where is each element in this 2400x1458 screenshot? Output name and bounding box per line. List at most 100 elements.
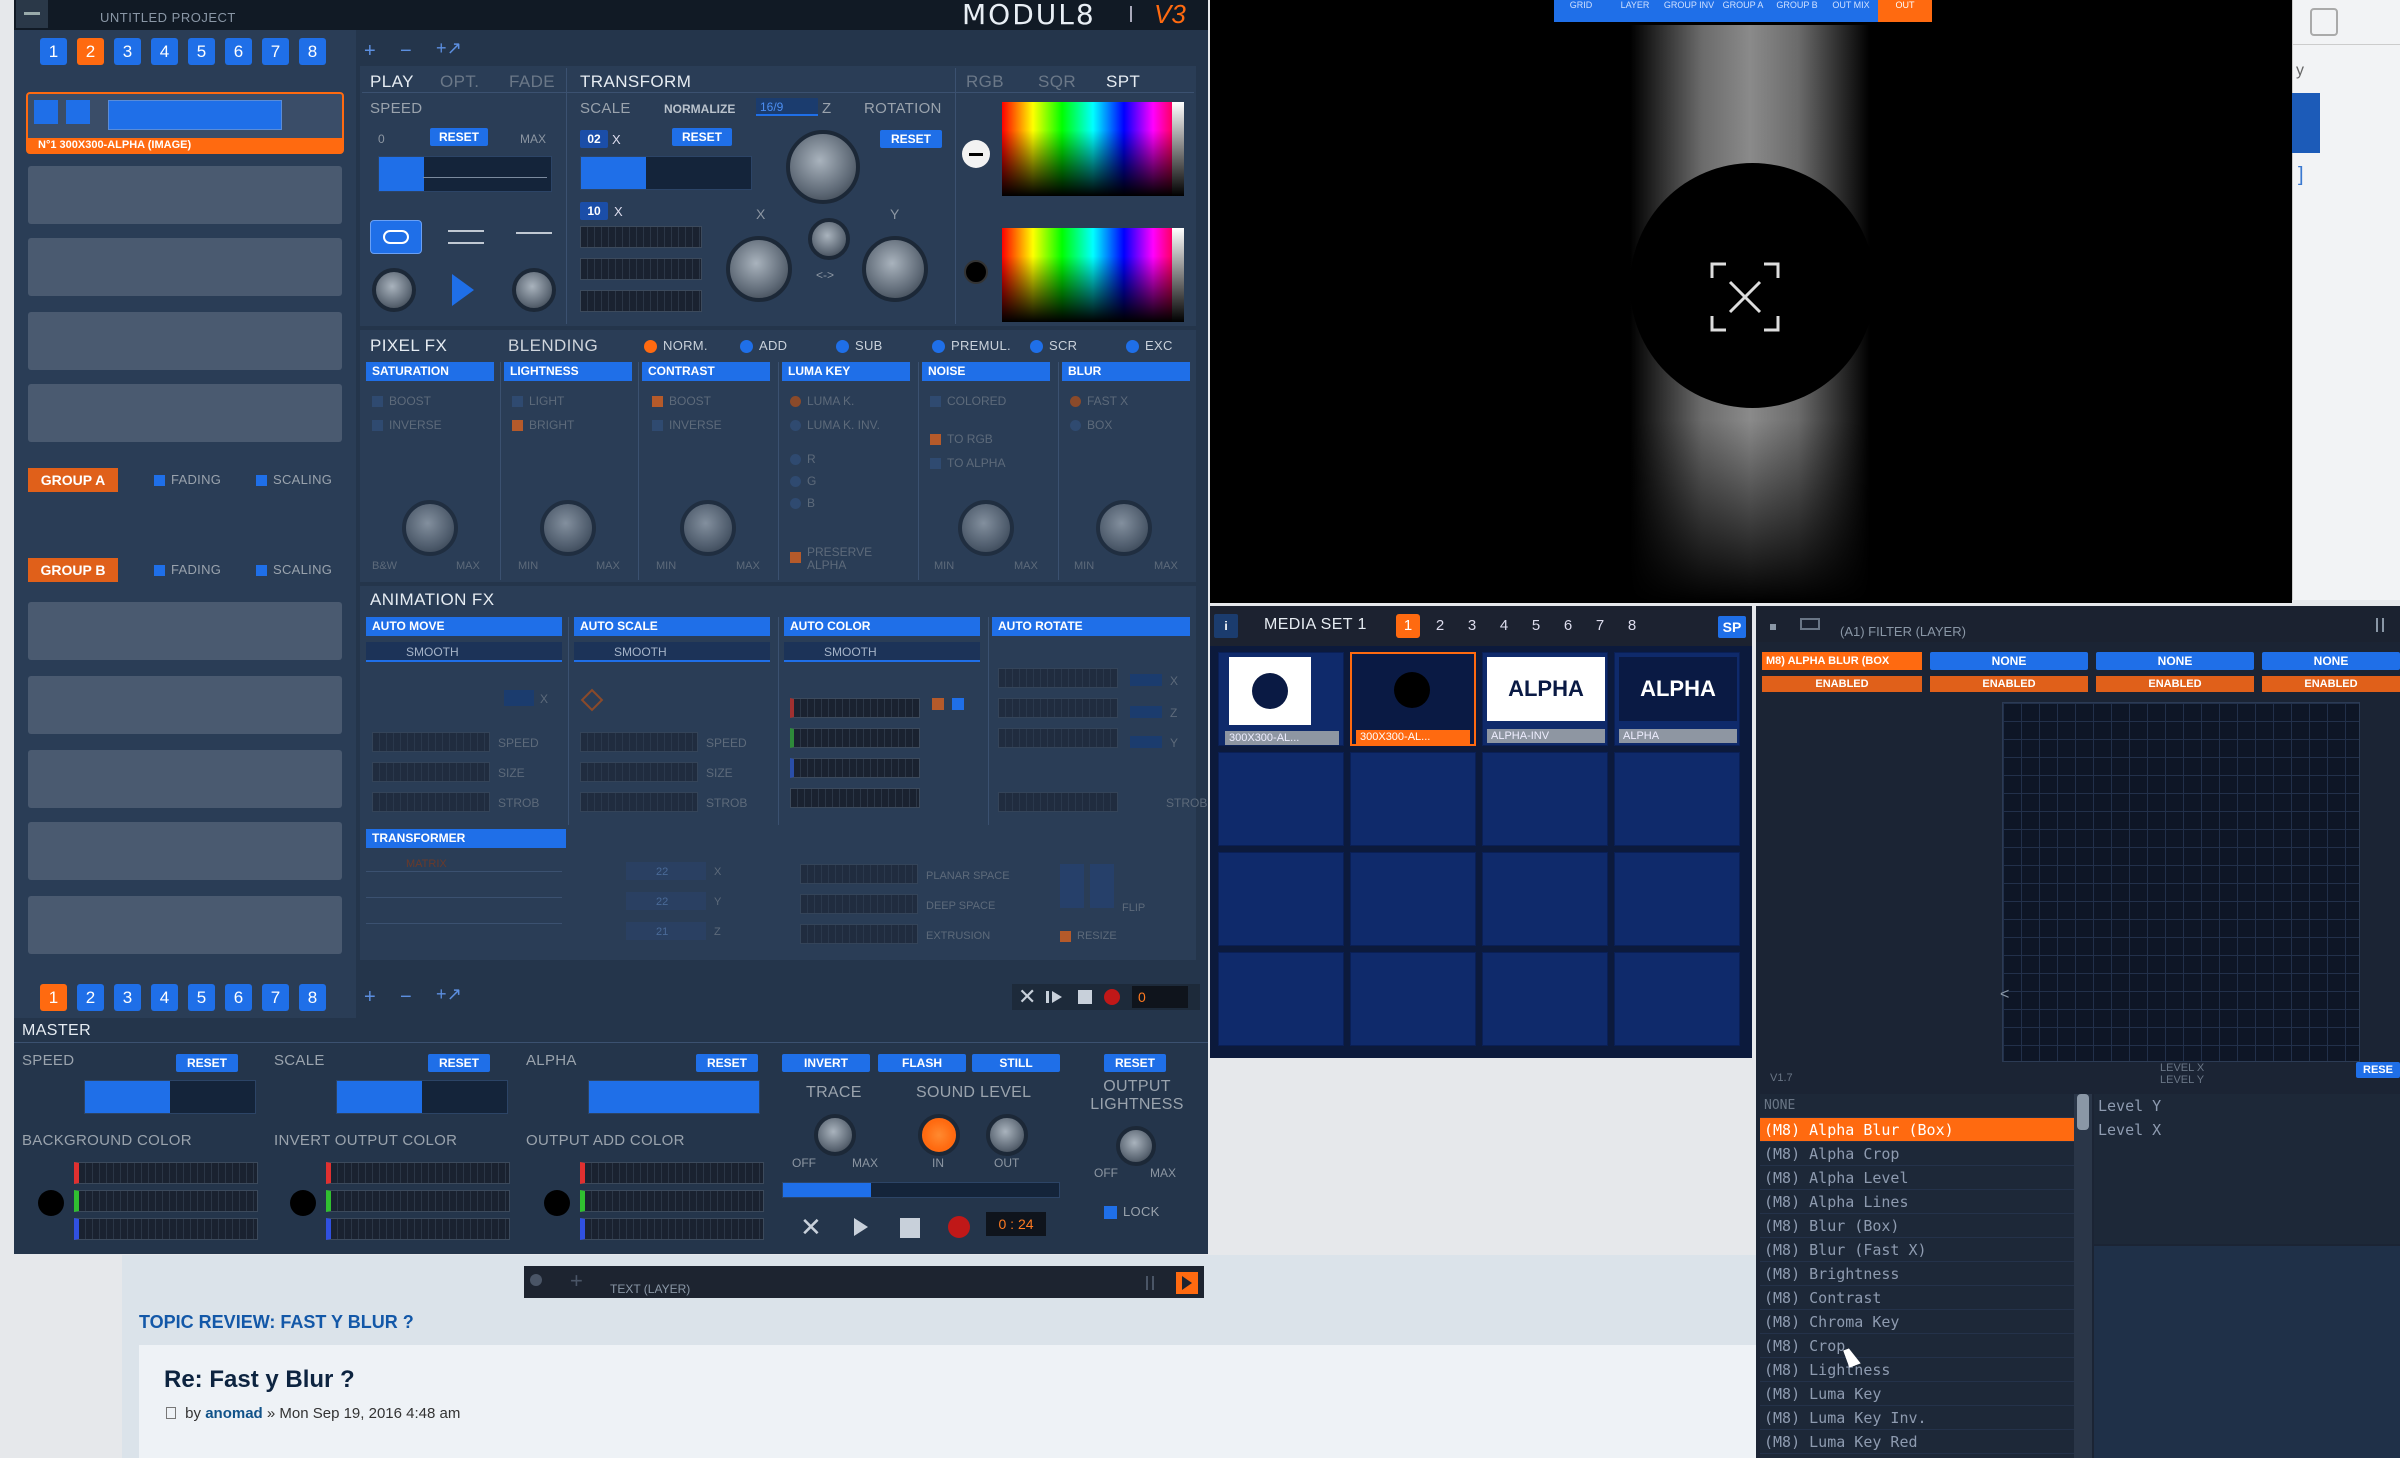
tab-spt[interactable]: SPT <box>1106 72 1140 92</box>
luma-k-inv[interactable]: LUMA K. INV. <box>790 418 880 432</box>
bg-color-g[interactable] <box>74 1190 258 1212</box>
contrast-inverse[interactable]: INVERSE <box>652 418 722 432</box>
filter-list-item[interactable]: (M8) Blur (Box) <box>1760 1214 2074 1238</box>
blur-fast-x[interactable]: FAST X <box>1070 394 1128 408</box>
rotation-reset-button[interactable]: RESET <box>880 130 942 148</box>
layer-slot-5[interactable] <box>28 384 342 442</box>
autorotate-z-toggle[interactable] <box>1130 706 1162 718</box>
noise-to-rgb[interactable]: TO RGB <box>930 432 993 446</box>
autoscale-mode[interactable]: SMOOTH <box>574 642 770 662</box>
autorotate-y-toggle[interactable] <box>1130 736 1162 748</box>
blur-header[interactable]: BLUR <box>1062 362 1190 381</box>
layer-slot-10[interactable] <box>28 896 342 954</box>
filter-pause-icon[interactable] <box>2376 618 2384 632</box>
bg-color-b[interactable] <box>74 1218 258 1240</box>
filter-slot-3[interactable]: NONE <box>2096 652 2254 670</box>
sat-boost[interactable]: BOOST <box>372 394 431 408</box>
master-scale-reset[interactable]: RESET <box>428 1054 490 1072</box>
scale-field-2[interactable] <box>580 258 702 280</box>
filter-slot-2[interactable]: NONE <box>1930 652 2088 670</box>
still-button[interactable]: STILL <box>972 1054 1060 1072</box>
group-a-fading[interactable]: FADING <box>154 472 221 487</box>
filter-list-item[interactable]: (M8) Alpha Crop <box>1760 1142 2074 1166</box>
scale-field-1[interactable] <box>580 226 702 248</box>
bottom-tab-7[interactable]: 7 <box>262 984 289 1011</box>
layer-tab-4[interactable]: 4 <box>151 38 178 65</box>
bottom-tab-4[interactable]: 4 <box>151 984 178 1011</box>
text-layer-pause-icon[interactable] <box>1146 1276 1154 1290</box>
noise-colored[interactable]: COLORED <box>930 394 1006 408</box>
light-bright[interactable]: BRIGHT <box>512 418 574 432</box>
stop-square-icon[interactable] <box>1078 990 1092 1004</box>
transformer-matrix-field[interactable]: MATRIX <box>366 854 562 872</box>
autorotate-x-toggle[interactable] <box>1130 674 1162 686</box>
add-color-g[interactable] <box>580 1190 764 1212</box>
color-picker-2[interactable] <box>1002 228 1184 322</box>
contrast-knob[interactable] <box>680 500 736 556</box>
blend-norm[interactable]: NORM. <box>644 338 708 354</box>
tab-rgb[interactable]: RGB <box>966 72 1004 92</box>
autocolor-r-field[interactable] <box>790 698 920 718</box>
invert-color-swatch[interactable] <box>290 1190 316 1216</box>
group-b-button[interactable]: GROUP B <box>28 558 118 582</box>
loop-button[interactable] <box>370 220 422 254</box>
filter-list-item[interactable]: NONE <box>1760 1094 2074 1118</box>
extrusion-field[interactable] <box>800 924 918 944</box>
scale-slider[interactable] <box>580 156 752 190</box>
step-play-icon[interactable] <box>1046 991 1049 1003</box>
autocolor-g-field[interactable] <box>790 728 920 748</box>
media-cell-14[interactable] <box>1350 952 1476 1046</box>
master-stop-icon[interactable]: ✕ <box>800 1212 822 1243</box>
record-icon[interactable] <box>1104 989 1120 1005</box>
luma-b[interactable]: B <box>790 496 815 510</box>
automove-size-field[interactable] <box>372 762 490 782</box>
remove-layer-icon[interactable]: − <box>400 40 412 63</box>
filter-collapse-icon[interactable] <box>1800 618 1820 630</box>
saturation-knob[interactable] <box>402 500 458 556</box>
add-layer-icon[interactable]: + <box>364 40 376 63</box>
layer-slot-8[interactable] <box>28 750 342 808</box>
media-cell-8[interactable] <box>1614 752 1740 846</box>
bottom-tab-8[interactable]: 8 <box>299 984 326 1011</box>
sat-inverse[interactable]: INVERSE <box>372 418 442 432</box>
autoscale-size-field[interactable] <box>580 762 698 782</box>
invert-button[interactable]: INVERT <box>782 1054 870 1072</box>
noise-header[interactable]: NOISE <box>922 362 1050 381</box>
remove-layer-icon-bottom[interactable]: − <box>400 986 412 1009</box>
ratio-select[interactable]: 16/9 <box>756 98 818 116</box>
param-level-y[interactable]: Level Y <box>2094 1094 2400 1118</box>
layer-slot-1[interactable]: N°1 300X300-ALPHA (IMAGE) <box>26 92 344 154</box>
view-out-mix[interactable]: OUT MIX <box>1824 0 1878 22</box>
autorotate-z-field[interactable] <box>998 698 1118 718</box>
master-speed-slider[interactable] <box>84 1080 256 1114</box>
bottom-tab-3[interactable]: 3 <box>114 984 141 1011</box>
invert-color-b[interactable] <box>326 1218 510 1240</box>
bottom-tab-1[interactable]: 1 <box>40 984 67 1011</box>
layer-slot-4[interactable] <box>28 312 342 370</box>
media-cell-5[interactable] <box>1218 752 1344 846</box>
bottom-tab-2[interactable]: 2 <box>77 984 104 1011</box>
media-tab-7[interactable]: 7 <box>1588 614 1612 638</box>
trace-knob[interactable] <box>814 1114 856 1156</box>
filter-list-item[interactable]: (M8) Lightness <box>1760 1358 2074 1382</box>
master-speed-reset[interactable]: RESET <box>176 1054 238 1072</box>
filter-list-item[interactable]: (M8) Alpha Lines <box>1760 1190 2074 1214</box>
media-cell-1[interactable]: 300X300-AL... <box>1218 652 1344 746</box>
view-group-inv[interactable]: GROUP INV <box>1662 0 1716 22</box>
luma-k[interactable]: LUMA K. <box>790 394 854 408</box>
tab-sqr[interactable]: SQR <box>1038 72 1076 92</box>
filter-list-item[interactable]: (M8) Luma Key Inv. <box>1760 1406 2074 1430</box>
tab-fade[interactable]: FADE <box>509 72 555 92</box>
media-cell-6[interactable] <box>1350 752 1476 846</box>
scale-field-3[interactable] <box>580 290 702 312</box>
flip-buttons[interactable] <box>1060 864 1114 908</box>
filter-list-item[interactable]: (M8) Alpha Level <box>1760 1166 2074 1190</box>
media-cell-4[interactable]: ALPHA ALPHA <box>1614 652 1740 746</box>
lock-checkbox[interactable]: LOCK <box>1104 1204 1160 1220</box>
blur-box[interactable]: BOX <box>1070 418 1112 432</box>
media-info-button[interactable]: i <box>1214 614 1238 638</box>
media-cell-13[interactable] <box>1218 952 1344 1046</box>
layer-tab-8[interactable]: 8 <box>299 38 326 65</box>
filter-xy-pad[interactable] <box>2002 702 2360 1062</box>
pingpong-icon[interactable] <box>448 226 484 248</box>
